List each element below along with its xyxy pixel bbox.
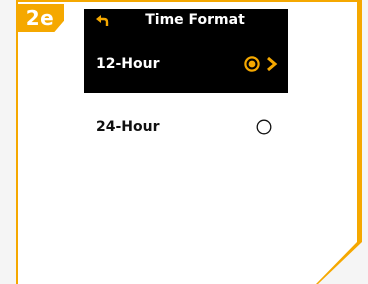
back-arrow-icon[interactable]	[95, 13, 109, 27]
option-12-hour[interactable]: 12-Hour	[84, 49, 288, 79]
option-label: 24-Hour	[96, 119, 160, 135]
device-screen: Time Format 12-Hour	[84, 9, 288, 93]
screen-title: Time Format	[145, 12, 245, 28]
radio-unselected-icon	[256, 119, 272, 135]
radio-selected-icon	[244, 56, 260, 72]
step-badge: 2e	[16, 4, 64, 32]
title-bar: Time Format	[84, 9, 288, 31]
option-label: 12-Hour	[96, 56, 160, 72]
option-24-hour[interactable]: 24-Hour	[84, 112, 288, 142]
chevron-right-icon	[267, 56, 278, 72]
